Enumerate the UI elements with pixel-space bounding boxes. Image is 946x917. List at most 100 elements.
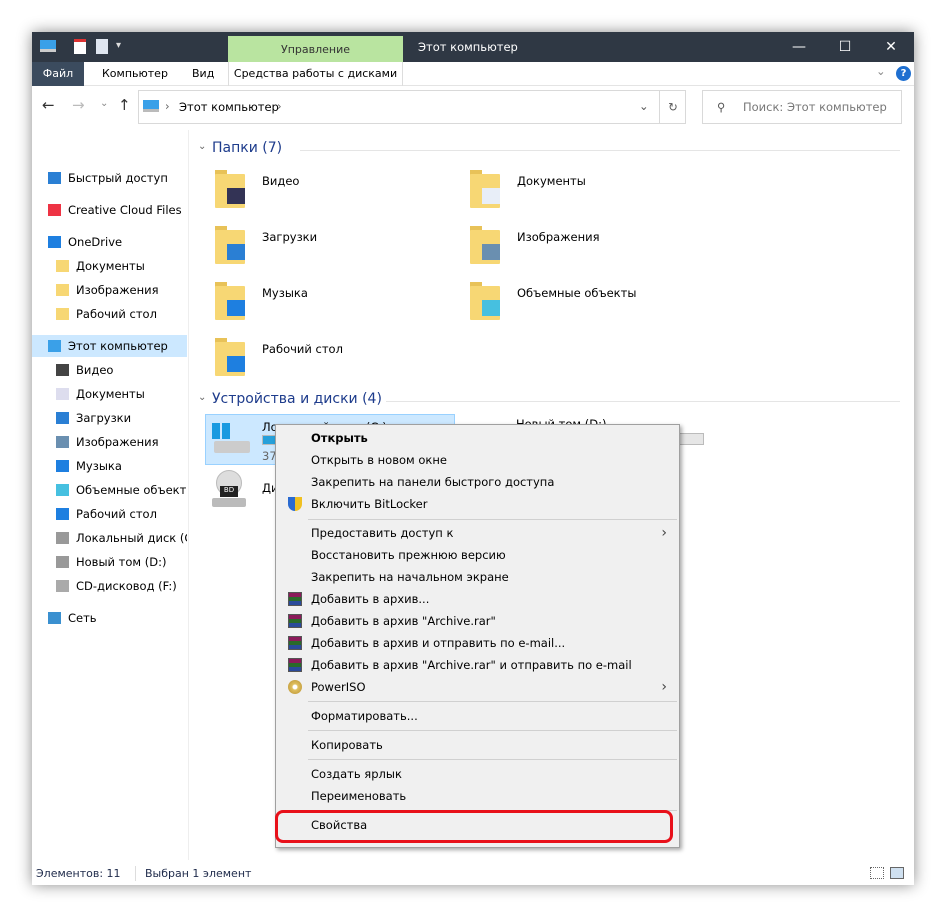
context-menu-item[interactable]: Добавить в архив "Archive.rar" и отправи… — [278, 654, 677, 676]
context-menu-item[interactable]: Создать ярлык — [278, 763, 677, 785]
sidebar-item[interactable]: Видео — [32, 359, 187, 381]
sidebar-item[interactable]: Документы — [32, 255, 187, 277]
sidebar-item[interactable]: Creative Cloud Files — [32, 199, 187, 221]
music-folder-icon[interactable] — [215, 280, 247, 316]
sidebar-item[interactable]: Рабочий стол — [32, 503, 187, 525]
sidebar-item[interactable]: Этот компьютер — [32, 335, 187, 357]
folder-label[interactable]: Изображения — [517, 230, 600, 244]
up-button[interactable]: ↑ — [118, 96, 131, 114]
downloads-folder-icon[interactable] — [215, 224, 247, 260]
search-input[interactable]: ⚲ Поиск: Этот компьютер — [702, 90, 902, 124]
sidebar-item[interactable]: Рабочий стол — [32, 303, 187, 325]
context-menu-item-label: Переименовать — [311, 789, 406, 803]
breadcrumb-this-pc[interactable]: Этот компьютер — [179, 100, 279, 114]
refresh-button[interactable]: ↻ — [659, 91, 686, 123]
recent-locations-button[interactable]: ⌄ — [100, 98, 108, 109]
pictures-icon — [56, 436, 69, 448]
sidebar-item-label: Этот компьютер — [68, 335, 168, 357]
winrar-icon — [288, 658, 302, 672]
context-menu-item[interactable]: Восстановить прежнюю версию — [278, 544, 677, 566]
sidebar-item[interactable]: Музыка — [32, 455, 187, 477]
folder-label[interactable]: Объемные объекты — [517, 286, 636, 300]
expand-ribbon-icon[interactable]: ⌄ — [876, 64, 886, 78]
context-menu-item[interactable]: Добавить в архив "Archive.rar" — [278, 610, 677, 632]
back-button[interactable]: ← — [42, 96, 55, 114]
desktop-folder-icon[interactable] — [215, 336, 247, 372]
sidebar-item[interactable]: Загрузки — [32, 407, 187, 429]
context-menu-item[interactable]: Добавить в архив и отправить по e-mail..… — [278, 632, 677, 654]
tab-disk-tools[interactable]: Средства работы с дисками — [228, 62, 403, 86]
close-button[interactable]: ✕ — [868, 32, 914, 62]
pictures-folder-icon[interactable] — [470, 224, 502, 260]
tab-view[interactable]: Вид — [182, 62, 224, 86]
devices-header[interactable]: Устройства и диски (4) — [212, 391, 382, 407]
navigation-pane[interactable]: Быстрый доступ Creative Cloud Files OneDri… — [32, 130, 189, 860]
folder-label[interactable]: Загрузки — [262, 230, 317, 244]
sidebar-item-label: Creative Cloud Files — [68, 199, 182, 221]
windows-drive-icon — [212, 423, 230, 439]
sidebar-item[interactable]: Документы — [32, 383, 187, 405]
details-view-icon[interactable] — [870, 867, 884, 879]
context-menu-item[interactable]: Предоставить доступ к› — [278, 522, 677, 544]
sidebar-item[interactable]: Локальный диск (C:) — [32, 527, 187, 549]
menu-separator — [308, 701, 677, 702]
sidebar-item[interactable]: Изображения — [32, 431, 187, 453]
new-folder-icon[interactable] — [96, 39, 108, 54]
context-menu-item[interactable]: Закрепить на начальном экране — [278, 566, 677, 588]
folder-icon — [56, 284, 69, 296]
sidebar-item[interactable]: Сеть — [32, 607, 187, 629]
breadcrumb-separator[interactable]: › — [277, 99, 282, 113]
tab-context-manage[interactable]: Управление — [228, 36, 403, 62]
context-menu-item[interactable]: PowerISO› — [278, 676, 677, 698]
context-menu-item[interactable]: Форматировать... — [278, 705, 677, 727]
sidebar-item[interactable]: OneDrive — [32, 231, 187, 253]
selection-count: Выбран 1 элемент — [145, 862, 251, 885]
bd-drive-icon[interactable]: BD — [212, 470, 246, 508]
context-menu-item[interactable]: Открыть в новом окне — [278, 449, 677, 471]
breadcrumb-separator[interactable]: › — [165, 99, 170, 113]
minimize-button[interactable]: — — [776, 32, 822, 62]
tab-computer[interactable]: Компьютер — [92, 62, 178, 86]
context-menu-item-label: Добавить в архив "Archive.rar" и отправи… — [311, 658, 632, 672]
properties-icon[interactable] — [74, 39, 86, 54]
video-folder-icon[interactable] — [215, 168, 247, 204]
documents-folder-icon[interactable] — [470, 168, 502, 204]
folders-header[interactable]: Папки (7) — [212, 140, 282, 156]
sidebar-item-label: Документы — [76, 383, 145, 405]
context-menu-item-label: Копировать — [311, 738, 383, 752]
context-menu-item-label: Добавить в архив и отправить по e-mail..… — [311, 636, 565, 650]
sidebar-item-label: Объемные объекты — [76, 479, 187, 501]
star-icon — [48, 172, 61, 184]
address-bar[interactable]: › Этот компьютер › ⌄ ↻ — [138, 90, 686, 124]
context-menu-item[interactable]: Копировать — [278, 734, 677, 756]
collapse-chevron-icon[interactable]: ⌄ — [198, 141, 206, 152]
folder-label[interactable]: Видео — [262, 174, 299, 188]
help-icon[interactable]: ? — [896, 66, 911, 81]
3d-objects-folder-icon[interactable] — [470, 280, 502, 316]
folder-label[interactable]: Музыка — [262, 286, 308, 300]
forward-button[interactable]: → — [72, 96, 85, 114]
sidebar-item-label: Видео — [76, 359, 113, 381]
sidebar-item[interactable]: CD-дисковод (F:) — [32, 575, 187, 597]
tab-file[interactable]: Файл — [32, 62, 84, 86]
sidebar-item[interactable]: Новый том (D:) — [32, 551, 187, 573]
customize-quick-access-icon[interactable]: ▾ — [116, 40, 121, 51]
collapse-chevron-icon[interactable]: ⌄ — [198, 392, 206, 403]
context-menu-item[interactable]: Включить BitLocker — [278, 493, 677, 515]
context-menu-item-label: PowerISO — [311, 680, 366, 694]
sidebar-item[interactable]: Изображения — [32, 279, 187, 301]
sidebar-item-label: OneDrive — [68, 231, 122, 253]
poweriso-icon — [288, 680, 302, 694]
context-menu-item[interactable]: Переименовать — [278, 785, 677, 807]
sidebar-item-label: Документы — [76, 255, 145, 277]
context-menu-item[interactable]: Закрепить на панели быстрого доступа — [278, 471, 677, 493]
address-dropdown[interactable]: ⌄ — [639, 99, 649, 113]
folder-label[interactable]: Рабочий стол — [262, 342, 343, 356]
context-menu-item[interactable]: Открыть — [278, 427, 677, 449]
context-menu-item[interactable]: Добавить в архив... — [278, 588, 677, 610]
folder-label[interactable]: Документы — [517, 174, 586, 188]
sidebar-item[interactable]: Быстрый доступ — [32, 167, 187, 189]
maximize-button[interactable]: ☐ — [822, 32, 868, 62]
sidebar-item[interactable]: Объемные объекты — [32, 479, 187, 501]
large-icons-view-icon[interactable] — [890, 867, 904, 879]
